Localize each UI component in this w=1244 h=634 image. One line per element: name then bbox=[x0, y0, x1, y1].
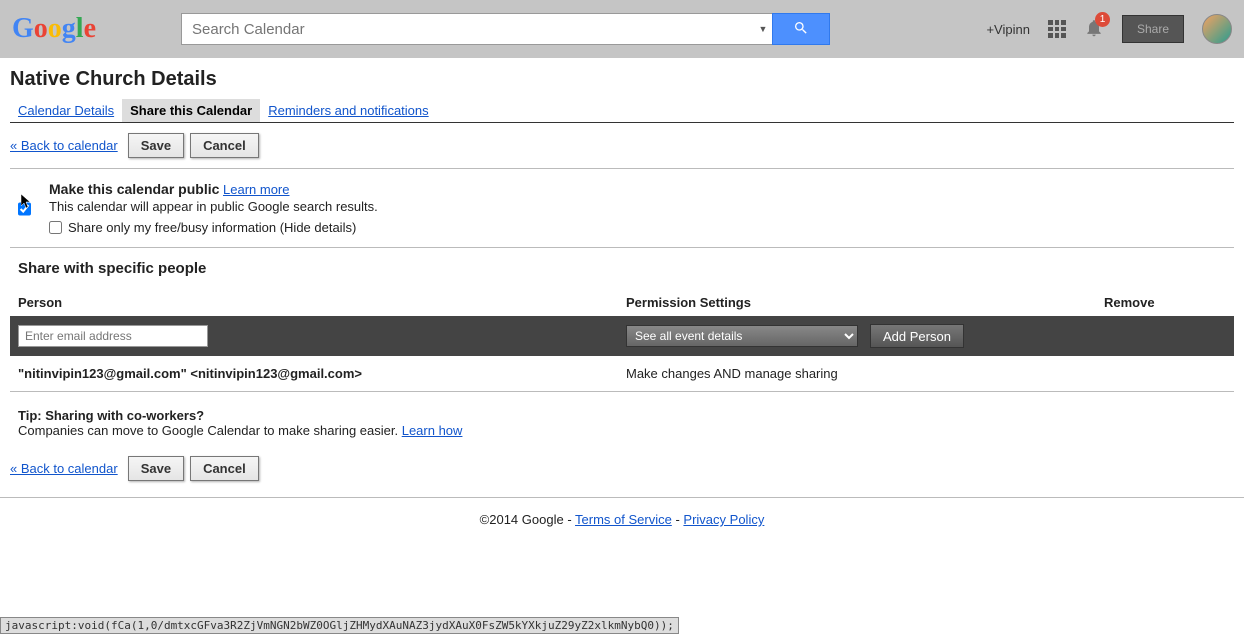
col-header-remove: Remove bbox=[1104, 295, 1226, 310]
learn-more-link[interactable]: Learn more bbox=[223, 182, 289, 197]
user-link[interactable]: +Vipinn bbox=[986, 22, 1030, 37]
email-input[interactable] bbox=[18, 325, 208, 347]
public-description: This calendar will appear in public Goog… bbox=[49, 199, 378, 214]
tip-description: Companies can move to Google Calendar to… bbox=[18, 423, 402, 438]
public-section: Make this calendar public Learn more Thi… bbox=[10, 169, 1234, 247]
col-header-permission: Permission Settings bbox=[626, 295, 1104, 310]
tip-section: Tip: Sharing with co-workers? Companies … bbox=[10, 392, 1234, 446]
col-header-person: Person bbox=[18, 295, 626, 310]
action-row-top: « Back to calendar Save Cancel bbox=[10, 123, 1234, 168]
tab-calendar-details[interactable]: Calendar Details bbox=[10, 99, 122, 122]
back-to-calendar-link-bottom[interactable]: « Back to calendar bbox=[10, 461, 118, 476]
google-logo[interactable]: Google bbox=[12, 13, 96, 45]
make-public-title: Make this calendar public bbox=[49, 181, 219, 197]
status-bar: javascript:void(fCa(1,0/dmtxcGFva3R2ZjVm… bbox=[0, 617, 679, 634]
search-icon bbox=[793, 20, 809, 39]
share-button-header[interactable]: Share bbox=[1122, 15, 1184, 43]
header-right: +Vipinn 1 Share bbox=[986, 14, 1232, 44]
search-button[interactable] bbox=[772, 13, 830, 45]
notifications-button[interactable]: 1 bbox=[1084, 18, 1104, 41]
top-header: Google ▼ +Vipinn 1 Share bbox=[0, 0, 1244, 58]
tip-title: Tip: Sharing with co-workers? bbox=[18, 408, 1234, 423]
freebusy-label: Share only my free/busy information (Hid… bbox=[68, 220, 356, 235]
copyright: ©2014 Google bbox=[480, 512, 564, 527]
freebusy-checkbox[interactable] bbox=[49, 221, 62, 234]
tabs: Calendar Details Share this Calendar Rem… bbox=[10, 99, 1234, 123]
permission-cell: Make changes AND manage sharing bbox=[626, 366, 1226, 381]
add-person-button[interactable]: Add Person bbox=[870, 324, 964, 348]
person-cell: "nitinvipin123@gmail.com" <nitinvipin123… bbox=[18, 366, 626, 381]
add-person-row: See all event details Add Person bbox=[10, 316, 1234, 356]
table-header-row: Person Permission Settings Remove bbox=[10, 289, 1234, 316]
share-table: Person Permission Settings Remove See al… bbox=[10, 289, 1234, 391]
terms-link[interactable]: Terms of Service bbox=[575, 512, 672, 527]
apps-grid-icon[interactable] bbox=[1048, 20, 1066, 38]
notification-count-badge: 1 bbox=[1095, 12, 1110, 27]
table-row: "nitinvipin123@gmail.com" <nitinvipin123… bbox=[10, 356, 1234, 391]
search-bar: ▼ bbox=[181, 13, 830, 45]
save-button-bottom[interactable]: Save bbox=[128, 456, 184, 481]
page-title: Native Church Details bbox=[10, 68, 1234, 91]
action-row-bottom: « Back to calendar Save Cancel bbox=[10, 446, 1234, 491]
share-section-title: Share with specific people bbox=[10, 248, 1234, 289]
search-dropdown-arrow[interactable]: ▼ bbox=[754, 13, 772, 45]
bell-icon bbox=[1084, 26, 1104, 41]
footer: ©2014 Google - Terms of Service - Privac… bbox=[0, 497, 1244, 541]
make-public-checkbox[interactable] bbox=[18, 183, 31, 235]
cancel-button-bottom[interactable]: Cancel bbox=[190, 456, 259, 481]
search-input[interactable] bbox=[181, 13, 754, 45]
tab-reminders[interactable]: Reminders and notifications bbox=[260, 99, 436, 122]
avatar[interactable] bbox=[1202, 14, 1232, 44]
save-button[interactable]: Save bbox=[128, 133, 184, 158]
permission-select[interactable]: See all event details bbox=[626, 325, 858, 347]
tab-share-calendar[interactable]: Share this Calendar bbox=[122, 99, 260, 122]
back-to-calendar-link[interactable]: « Back to calendar bbox=[10, 138, 118, 153]
privacy-link[interactable]: Privacy Policy bbox=[683, 512, 764, 527]
learn-how-link[interactable]: Learn how bbox=[402, 423, 463, 438]
cancel-button[interactable]: Cancel bbox=[190, 133, 259, 158]
